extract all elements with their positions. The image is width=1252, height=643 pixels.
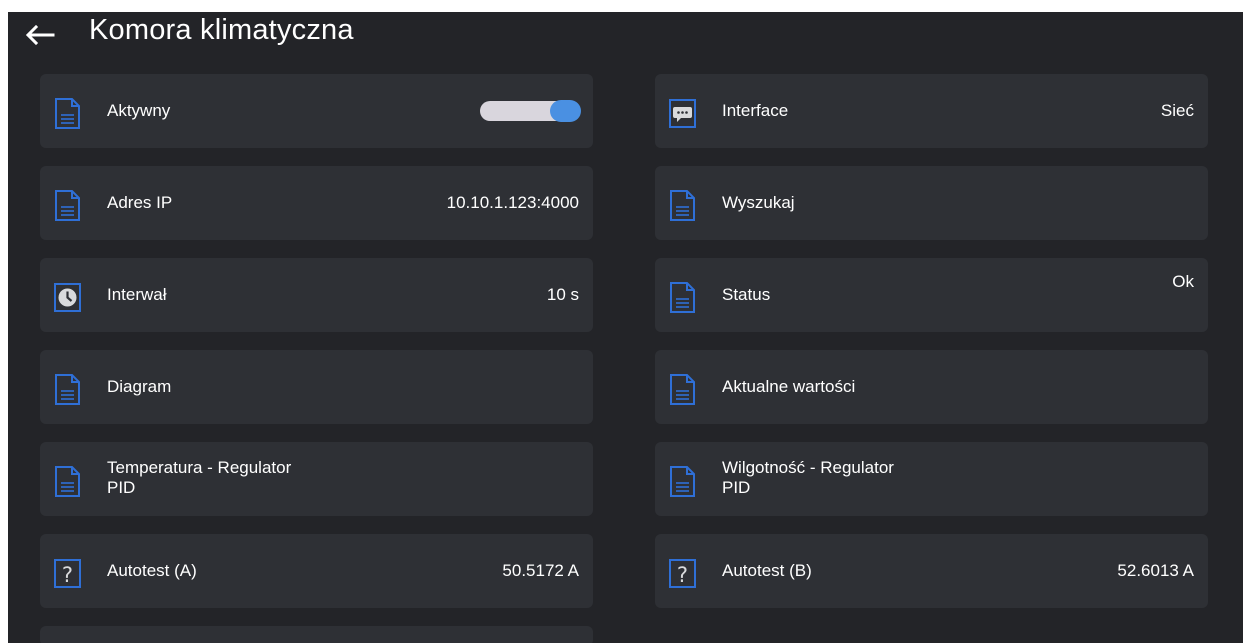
setting-label: Interface <box>722 101 789 120</box>
setting-interface[interactable]: Interface Sieć <box>655 74 1208 148</box>
setting-label: Wyszukaj <box>722 193 795 212</box>
left-edge-strip <box>0 0 8 643</box>
setting-label: Adres IP <box>107 193 173 212</box>
setting-label: Wilgotność - Regulator <box>722 458 894 477</box>
setting-value: Ok <box>1172 272 1194 291</box>
clock-icon <box>54 282 81 313</box>
setting-value: 10.10.1.123:4000 <box>446 193 579 212</box>
chat-icon <box>669 98 696 129</box>
setting-label: Status <box>722 285 771 304</box>
setting-label: Aktywny <box>107 101 171 120</box>
svg-text:?: ? <box>62 563 73 587</box>
setting-label: Interwał <box>107 285 167 304</box>
setting-label: Temperatura - Regulator <box>107 458 292 477</box>
setting-next-partial[interactable] <box>40 626 593 643</box>
document-icon <box>669 190 696 221</box>
question-icon: ? <box>54 558 81 589</box>
aktywny-toggle[interactable] <box>480 100 581 122</box>
setting-label: Aktualne wartości <box>722 377 856 396</box>
header: Komora klimatyczna <box>8 12 1243 58</box>
setting-sublabel: PID <box>722 478 751 497</box>
setting-interwal[interactable]: Interwał 10 s <box>40 258 593 332</box>
toggle-knob <box>550 100 581 122</box>
document-icon <box>669 282 696 313</box>
setting-value: 10 s <box>546 285 579 304</box>
setting-label: Autotest (B) <box>722 561 812 580</box>
setting-wyszukaj[interactable]: Wyszukaj <box>655 166 1208 240</box>
setting-wilgotnosc-regulator[interactable]: Wilgotność - Regulator PID <box>655 442 1208 516</box>
back-button[interactable] <box>20 18 60 52</box>
setting-temperatura-regulator[interactable]: Temperatura - Regulator PID <box>40 442 593 516</box>
document-icon <box>54 98 81 129</box>
setting-diagram[interactable]: Diagram <box>40 350 593 424</box>
setting-label: Diagram <box>107 377 172 396</box>
setting-status[interactable]: Status Ok <box>655 258 1208 332</box>
settings-screen: Komora klimatyczna Aktywny Adres IP 10.1… <box>8 12 1243 643</box>
setting-aktywny[interactable]: Aktywny <box>40 74 593 148</box>
setting-sublabel: PID <box>107 478 136 497</box>
setting-value: 52.6013 A <box>1117 561 1194 580</box>
document-icon <box>54 190 81 221</box>
document-icon <box>669 374 696 405</box>
setting-autotest-a[interactable]: ? Autotest (A) 50.5172 A <box>40 534 593 608</box>
setting-label: Autotest (A) <box>107 561 197 580</box>
setting-autotest-b[interactable]: ? Autotest (B) 52.6013 A <box>655 534 1208 608</box>
setting-aktualne-wartosci[interactable]: Aktualne wartości <box>655 350 1208 424</box>
document-icon <box>669 466 696 497</box>
page-title: Komora klimatyczna <box>89 14 354 46</box>
document-icon <box>54 466 81 497</box>
setting-value: 50.5172 A <box>502 561 579 580</box>
svg-text:?: ? <box>677 563 688 587</box>
document-icon <box>54 374 81 405</box>
back-arrow-icon <box>25 25 55 45</box>
setting-value: Sieć <box>1160 101 1194 120</box>
question-icon: ? <box>669 558 696 589</box>
setting-adres-ip[interactable]: Adres IP 10.10.1.123:4000 <box>40 166 593 240</box>
